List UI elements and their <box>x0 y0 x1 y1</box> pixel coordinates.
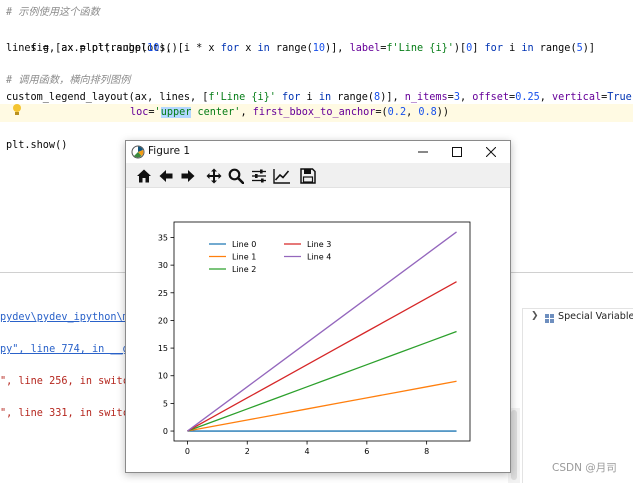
back-button[interactable] <box>156 166 176 186</box>
y-tick-label: 10 <box>158 372 168 381</box>
y-tick-label: 0 <box>163 427 168 436</box>
console-traceback-line: ", line 331, in switc <box>0 408 129 419</box>
code-line-lines: lines = [ax.plot(range(10), [i * x for x… <box>6 43 595 54</box>
code-line-show: plt.show() <box>6 140 68 151</box>
x-tick-label: 4 <box>305 447 310 456</box>
configure-subplots-button[interactable] <box>249 166 269 186</box>
legend-label: Line 4 <box>307 253 331 262</box>
x-tick-label: 8 <box>424 447 429 456</box>
back-icon <box>159 170 173 182</box>
x-tick-label: 0 <box>185 447 190 456</box>
console-traceback-line: ", line 256, in switc <box>0 376 129 387</box>
zoom-button[interactable] <box>226 166 246 186</box>
save-button[interactable] <box>298 166 318 186</box>
legend-label: Line 1 <box>232 253 256 262</box>
x-tick-label: 6 <box>364 447 369 456</box>
legend-label: Line 0 <box>232 240 256 249</box>
forward-icon <box>181 170 195 182</box>
zoom-icon <box>228 168 244 184</box>
save-icon <box>300 168 316 184</box>
special-variables-label[interactable]: Special Variables <box>558 311 633 322</box>
home-button[interactable] <box>134 166 154 186</box>
figure-titlebar[interactable]: Figure 1 <box>126 141 510 163</box>
console-traceback-link[interactable]: pydev\pydev_ipython\m <box>0 310 129 326</box>
forward-button[interactable] <box>178 166 198 186</box>
x-tick-label: 2 <box>245 447 250 456</box>
y-tick-label: 20 <box>158 316 168 325</box>
window-title: Figure 1 <box>148 145 191 157</box>
close-button[interactable] <box>474 141 508 163</box>
edit-axis-button[interactable] <box>272 166 292 186</box>
y-tick-label: 30 <box>158 261 168 270</box>
watermark: CSDN @月司 <box>552 462 617 474</box>
lightbulb-icon[interactable] <box>12 104 22 116</box>
configure-subplots-icon <box>252 169 266 183</box>
plot-canvas[interactable]: 0 2 4 6 8 0 5 10 15 20 25 30 35 Line 0 Line 1 Line 2 Lin… <box>126 189 510 472</box>
y-tick-label: 15 <box>158 344 168 353</box>
maximize-button[interactable] <box>440 141 474 163</box>
minimize-button[interactable] <box>406 141 440 163</box>
minimize-icon <box>418 151 428 153</box>
legend-label: Line 2 <box>232 265 256 274</box>
figure-toolbar <box>126 163 510 188</box>
variables-grid-icon <box>545 314 554 323</box>
console-traceback-line: py", line 774, in __g <box>0 344 129 355</box>
legend-label: Line 3 <box>307 240 331 249</box>
code-comment-example: # 示例使用这个函数 <box>6 7 100 18</box>
y-tick-label: 25 <box>158 289 168 298</box>
pan-icon <box>206 168 222 184</box>
code-comment-call: # 调用函数，横向排列图例 <box>6 75 131 86</box>
edit-axis-icon <box>273 169 290 184</box>
y-tick-label: 5 <box>163 399 168 408</box>
code-line-loc: loc='upper center', first_bbox_to_anchor… <box>130 107 450 118</box>
home-icon <box>137 169 151 183</box>
code-line-subplots: fig, ax = plt.subplots() <box>30 43 178 54</box>
maximize-icon <box>452 147 462 157</box>
scrollbar-thumb[interactable] <box>511 410 517 480</box>
figure-window[interactable]: Figure 1 0 2 4 6 8 0 5 10 15 20 25 30 35… <box>125 140 511 473</box>
matplotlib-icon <box>131 145 145 159</box>
y-tick-label: 35 <box>158 233 168 242</box>
variables-panel: ❯ Special Variables <box>522 308 633 483</box>
close-icon <box>486 147 496 157</box>
pan-button[interactable] <box>204 166 224 186</box>
line-chart: 0 2 4 6 8 0 5 10 15 20 25 30 35 Line 0 Line 1 Line 2 Lin… <box>158 221 471 456</box>
chevron-right-icon[interactable]: ❯ <box>531 311 539 321</box>
selected-text: upper <box>160 107 192 118</box>
